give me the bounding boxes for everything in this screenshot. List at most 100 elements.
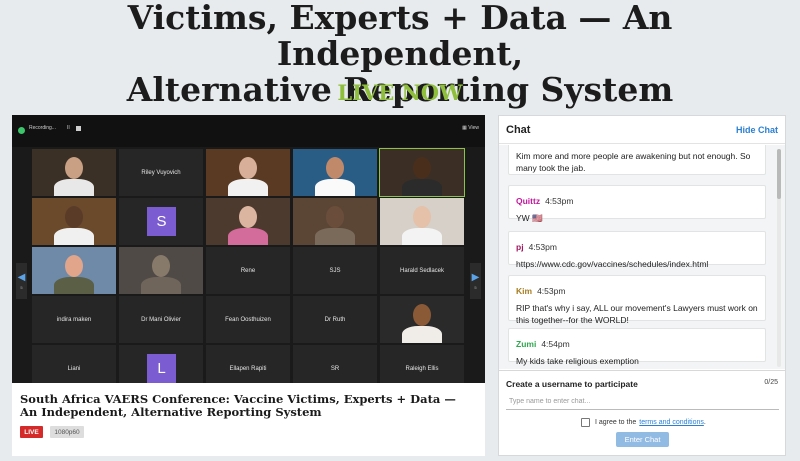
stop-icon[interactable] (76, 126, 81, 131)
message-text: RIP that's why i say, ALL our movement's… (516, 303, 758, 325)
char-count: 0/25 (764, 379, 778, 386)
participant-tile[interactable]: Riley Vuyovich (119, 149, 203, 196)
participant-tile[interactable] (293, 198, 377, 245)
participant-name: Raleigh Ellis (405, 365, 439, 372)
chat-message: Zumi 4:54pm My kids take religious exempt… (508, 328, 766, 366)
participant-body (315, 228, 355, 245)
participant-body (54, 179, 94, 196)
participant-tile[interactable]: Rene (206, 247, 290, 294)
participant-tile[interactable]: Dr Ruth (293, 296, 377, 343)
participant-tile[interactable] (293, 149, 377, 196)
participant-tile[interactable]: Fean Oosthuizen (206, 296, 290, 343)
participant-tile[interactable]: Raleigh Ellis (380, 345, 464, 383)
participant-video (206, 149, 290, 196)
message-user[interactable]: Quittz (516, 196, 540, 206)
participant-tile[interactable] (32, 198, 116, 245)
participant-tile[interactable]: SJS (293, 247, 377, 294)
participant-body (54, 228, 94, 245)
participant-video (32, 149, 116, 196)
participant-tile[interactable] (380, 296, 464, 343)
participant-tile[interactable]: Harald Sedlacek (380, 247, 464, 294)
participant-head (413, 206, 431, 228)
username-input[interactable] (506, 393, 779, 410)
message-time: 4:53pm (537, 286, 566, 296)
message-user[interactable]: Zumi (516, 339, 536, 349)
participant-tile[interactable] (379, 148, 465, 197)
message-time: 4:53pm (545, 196, 574, 206)
message-user[interactable]: Kim (516, 286, 532, 296)
participant-head (413, 157, 431, 179)
live-badge: LIVE (20, 426, 43, 438)
participant-video (293, 198, 377, 245)
participant-head (65, 157, 83, 179)
chat-scrollbar-thumb[interactable] (777, 149, 781, 199)
recording-icon (18, 127, 25, 134)
video-toolbar: Recording... II ▦ View (12, 115, 485, 147)
message-time: 4:53pm (528, 242, 557, 252)
participant-tile[interactable] (380, 198, 464, 245)
terms-link[interactable]: terms and conditions (639, 419, 704, 426)
participant-tile[interactable] (206, 149, 290, 196)
participant-body (228, 179, 268, 196)
video-player[interactable]: Recording... II ▦ View ◀ 5 ▶ 5 Riley Vuy… (12, 115, 485, 383)
participant-video (32, 247, 116, 294)
participant-head (152, 255, 170, 277)
terms-checkbox[interactable] (581, 418, 590, 427)
participant-tile[interactable]: indira maken (32, 296, 116, 343)
participant-tile[interactable] (32, 149, 116, 196)
participant-name: Dr Mani Olivier (141, 316, 181, 323)
participant-tile[interactable]: SR (293, 345, 377, 383)
prev-page-number: 5 (20, 285, 23, 290)
participant-name: Rene (240, 267, 256, 274)
chevron-left-icon: ◀ (17, 272, 26, 283)
message-text: Kim more and more people are awakening b… (516, 151, 751, 173)
chat-compose: Create a username to participate 0/25 I … (499, 370, 785, 456)
participant-avatar: L (147, 354, 176, 383)
participant-tile[interactable]: L (119, 345, 203, 383)
participant-video (380, 296, 464, 343)
enter-chat-button[interactable]: Enter Chat (616, 432, 669, 447)
message-user[interactable]: pj (516, 242, 524, 252)
participant-name: Liani (67, 365, 81, 372)
recording-label: Recording... (29, 125, 56, 131)
participant-head (239, 157, 257, 179)
stream-title: South Africa VAERS Conference: Vaccine V… (20, 392, 456, 419)
participant-name: Harald Sedlacek (399, 267, 445, 274)
page-title-line1: Victims, Experts + Data — An Independent… (127, 0, 673, 73)
participant-tile[interactable] (119, 247, 203, 294)
prev-page-button[interactable]: ◀ 5 (16, 263, 27, 299)
chat-message: Quittz 4:53pm YW 🇺🇸 (508, 185, 766, 223)
terms-agreement: I agree to the terms and conditions . (581, 418, 706, 427)
participant-tile[interactable] (32, 247, 116, 294)
participant-video (206, 198, 290, 245)
chat-title: Chat (506, 124, 531, 136)
hide-chat-button[interactable]: Hide Chat (736, 125, 778, 135)
participant-tile[interactable]: Liani (32, 345, 116, 383)
message-text: https://www.cdc.gov/vaccines/schedules/i… (516, 259, 709, 269)
participant-tile[interactable] (206, 198, 290, 245)
participant-body (54, 277, 94, 294)
pause-icon[interactable]: II (67, 125, 70, 131)
resolution-badge[interactable]: 1080p60 (50, 426, 84, 438)
participant-tile[interactable]: Dr Mani Olivier (119, 296, 203, 343)
participant-video (293, 149, 377, 196)
participant-head (239, 206, 257, 228)
chat-message: Kim more and more people are awakening b… (508, 145, 766, 175)
participant-name: indira maken (56, 316, 92, 323)
message-text: My kids take religious exemption (516, 356, 639, 366)
participant-head (413, 304, 431, 326)
chat-messages[interactable]: Kim more and more people are awakening b… (499, 145, 785, 369)
chat-message: pj 4:53pm https://www.cdc.gov/vaccines/sc… (508, 231, 766, 269)
participant-name: Riley Vuyovich (141, 169, 181, 176)
participant-avatar: S (147, 207, 176, 236)
participant-tile[interactable]: S (119, 198, 203, 245)
participant-tile[interactable]: Ellapen Rapiti (206, 345, 290, 383)
chat-header: Chat Hide Chat (499, 116, 785, 144)
chat-message: Kim 4:53pm RIP that's why i say, ALL our … (508, 275, 766, 325)
participant-video (380, 149, 464, 196)
participant-name: SJS (329, 267, 341, 274)
participant-video (32, 198, 116, 245)
participant-head (326, 206, 344, 228)
participant-head (326, 157, 344, 179)
view-button[interactable]: ▦ View (462, 125, 479, 131)
